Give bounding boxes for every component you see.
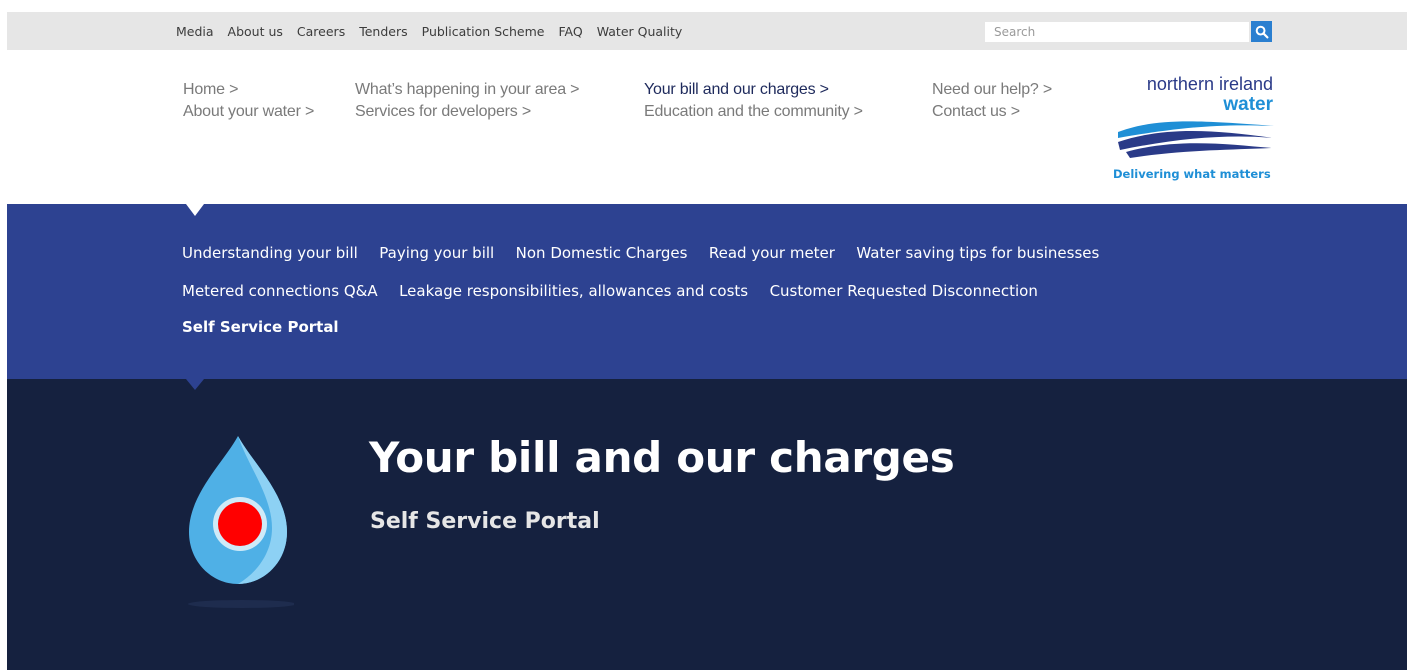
logo-waves-icon [1118, 121, 1274, 158]
nav-need-our-help[interactable]: Need our help? > [932, 79, 1052, 101]
page-subtitle: Self Service Portal [370, 509, 600, 534]
subnav-water-saving-tips[interactable]: Water saving tips for businesses [856, 244, 1099, 262]
site-logo[interactable]: northern ireland water Delivering what m… [1108, 74, 1278, 184]
nav-education-community[interactable]: Education and the community > [644, 101, 863, 123]
nav-column-2: What’s happening in your area > Services… [355, 79, 580, 123]
util-link-media[interactable]: Media [176, 24, 214, 39]
water-drop-icon [188, 436, 294, 608]
nav-column-1: Home > About your water > [183, 79, 314, 123]
nav-your-bill[interactable]: Your bill and our charges > [644, 79, 863, 101]
subnav-metered-connections[interactable]: Metered connections Q&A [182, 282, 378, 300]
util-link-publication-scheme[interactable]: Publication Scheme [422, 24, 545, 39]
subnav-paying-your-bill[interactable]: Paying your bill [379, 244, 494, 262]
subnav-row-3: Self Service Portal [182, 318, 356, 337]
subnav-understanding-your-bill[interactable]: Understanding your bill [182, 244, 358, 262]
nav-about-your-water[interactable]: About your water > [183, 101, 314, 123]
subnav-row-1: Understanding your bill Paying your bill… [182, 244, 1116, 263]
subnav-non-domestic-charges[interactable]: Non Domestic Charges [516, 244, 688, 262]
nav-column-3: Your bill and our charges > Education an… [644, 79, 863, 123]
search-button[interactable] [1251, 21, 1272, 42]
util-link-tenders[interactable]: Tenders [359, 24, 407, 39]
hero-pointer [186, 379, 204, 390]
logo-tagline: Delivering what matters [1113, 167, 1271, 181]
util-link-careers[interactable]: Careers [297, 24, 345, 39]
nav-column-4: Need our help? > Contact us > [932, 79, 1052, 123]
search-input[interactable] [985, 22, 1249, 42]
subnav-leakage-responsibilities[interactable]: Leakage responsibilities, allowances and… [399, 282, 748, 300]
search-icon [1255, 25, 1268, 38]
util-link-water-quality[interactable]: Water Quality [597, 24, 683, 39]
nav-contact-us[interactable]: Contact us > [932, 101, 1052, 123]
logo-text-line1: northern ireland [1146, 74, 1273, 94]
subnav-self-service-portal[interactable]: Self Service Portal [182, 318, 339, 336]
nav-whats-happening[interactable]: What’s happening in your area > [355, 79, 580, 101]
nav-home[interactable]: Home > [183, 79, 314, 101]
subnav-pointer [186, 204, 204, 216]
nav-services-for-developers[interactable]: Services for developers > [355, 101, 579, 123]
util-link-faq[interactable]: FAQ [558, 24, 582, 39]
subnav-read-your-meter[interactable]: Read your meter [709, 244, 835, 262]
utility-nav: Media About us Careers Tenders Publicati… [176, 12, 696, 50]
util-link-about-us[interactable]: About us [228, 24, 283, 39]
subnav-customer-requested-disconnection[interactable]: Customer Requested Disconnection [770, 282, 1038, 300]
page-title: Your bill and our charges [369, 433, 955, 482]
subnav-row-2: Metered connections Q&A Leakage responsi… [182, 282, 1055, 301]
logo-text-line2: water [1223, 94, 1273, 115]
